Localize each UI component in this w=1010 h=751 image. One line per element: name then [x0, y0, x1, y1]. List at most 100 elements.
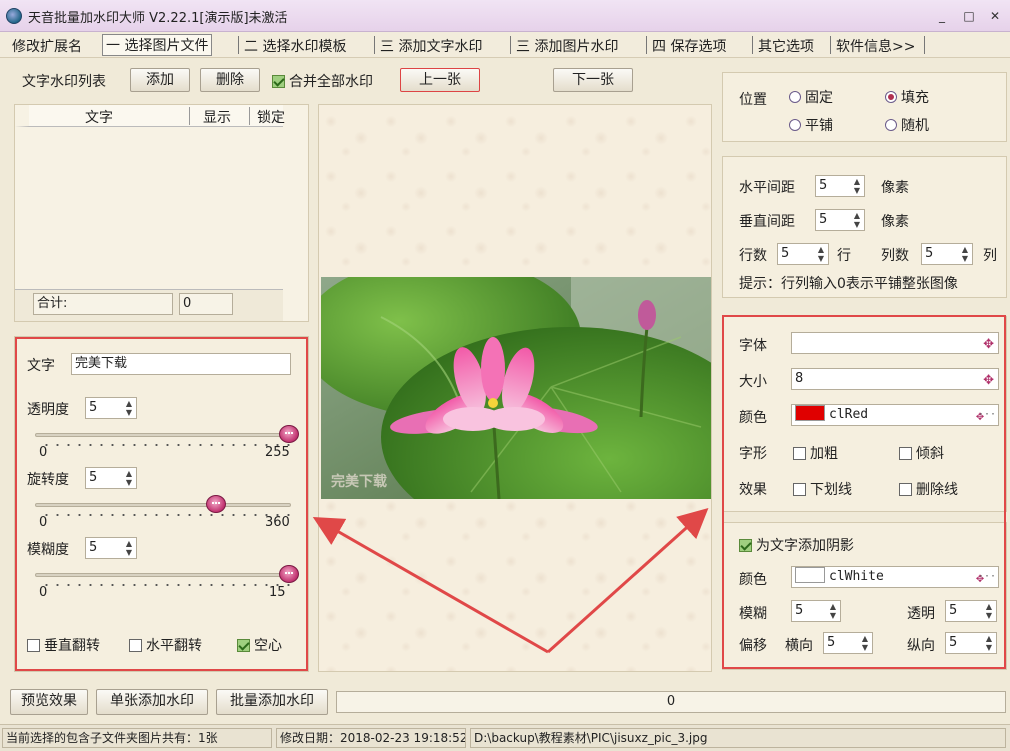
rotation-label: 旋转度	[27, 472, 69, 488]
menu-add-text-watermark[interactable]: 三 添加文字水印	[380, 36, 482, 56]
font-name-input[interactable]: ✥	[791, 332, 999, 354]
size-picker-icon[interactable]: ✥	[983, 371, 994, 389]
blur-slider-track[interactable]	[35, 573, 291, 577]
prev-image-button[interactable]: 上一张	[400, 68, 480, 92]
window-title: 天音批量加水印大师 V2.22.1[演示版]未激活	[28, 11, 288, 26]
shadow-offset-label: 偏移	[739, 638, 767, 654]
spacing-panel: 水平间距 5 ▲ ▼ 像素 垂直间距 5 ▲ ▼ 像素 行数 5 ▲ ▼ 行 列数 5 ▲ ▼ …	[722, 156, 1007, 298]
shadow-panel: 为文字添加阴影 颜色 clWhite ✥ ··· 模糊 5 ▲ ▼ 透明 5 ▲ ▼ 偏移 …	[722, 522, 1007, 670]
col-header-text[interactable]: 文字	[85, 107, 113, 127]
flip-v-checkbox-icon	[27, 639, 40, 652]
opacity-slider-thumb[interactable]	[279, 425, 299, 443]
h-spacing-unit: 像素	[881, 180, 909, 196]
color-label: 颜色	[739, 410, 767, 426]
blur-slider-thumb[interactable]	[279, 565, 299, 583]
menu-select-images[interactable]: 一 选择图片文件	[102, 34, 213, 56]
italic-checkbox[interactable]: 倾斜	[899, 443, 944, 463]
shadow-opacity-label: 透明	[907, 606, 935, 622]
shadow-opacity-spinner[interactable]: 5 ▲ ▼	[945, 600, 997, 622]
maximize-icon[interactable]: □	[960, 8, 978, 24]
rows-label: 行数	[739, 248, 767, 264]
col-header-lock[interactable]: 锁定	[257, 107, 285, 127]
cols-label: 列数	[881, 248, 909, 264]
merge-checkbox-icon	[272, 75, 285, 88]
underline-checkbox[interactable]: 下划线	[793, 479, 852, 499]
shadow-blur-spinner[interactable]: 5 ▲ ▼	[791, 600, 841, 622]
position-fixed-radio[interactable]: 固定	[789, 87, 833, 107]
total-value-cell: 0	[179, 293, 233, 315]
menu-other-options[interactable]: 其它选项	[758, 36, 814, 56]
text-watermark-list-label: 文字水印列表	[22, 74, 106, 90]
merge-all-checkbox[interactable]: 合并全部水印	[272, 71, 373, 91]
progress-bar: 0	[336, 691, 1006, 713]
shadow-blur-label: 模糊	[739, 606, 767, 622]
menu-rename-ext[interactable]: 修改扩展名	[12, 36, 82, 56]
close-icon[interactable]: ✕	[986, 8, 1004, 24]
total-label-cell: 合计:	[33, 293, 173, 315]
preview-effect-button[interactable]: 预览效果	[10, 689, 88, 715]
delete-button[interactable]: 删除	[200, 68, 260, 92]
shadow-color-swatch	[795, 567, 825, 583]
cols-unit: 列	[983, 248, 997, 264]
menu-add-image-watermark[interactable]: 三 添加图片水印	[516, 36, 618, 56]
batch-add-watermark-button[interactable]: 批量添加水印	[216, 689, 328, 715]
text-label: 文字	[27, 358, 55, 374]
next-image-button[interactable]: 下一张	[553, 68, 633, 92]
opacity-slider-track[interactable]	[35, 433, 291, 437]
font-panel: 字体 ✥ 大小 8 ✥ 颜色 clRed ✥ ··· 字形 加粗 倾斜 效果 下划线 …	[722, 316, 1007, 512]
rotation-slider-track[interactable]	[35, 503, 291, 507]
offset-v-spinner[interactable]: 5 ▲ ▼	[945, 632, 997, 654]
offset-h-label: 横向	[785, 638, 813, 654]
preview-watermark-text: 完美下载	[331, 474, 387, 490]
watermark-text-input[interactable]: 完美下载	[71, 353, 291, 375]
col-header-show[interactable]: 显示	[203, 107, 231, 127]
h-spacing-spinner[interactable]: 5 ▲ ▼	[815, 175, 865, 197]
flip-h-checkbox-icon	[129, 639, 142, 652]
menu-software-info[interactable]: 软件信息>>	[836, 36, 915, 56]
flip-horizontal-checkbox[interactable]: 水平翻转	[129, 635, 202, 655]
h-spacing-label: 水平间距	[739, 180, 795, 196]
lotus-photo	[321, 277, 711, 499]
font-picker-icon[interactable]: ✥	[983, 335, 994, 353]
text-props-panel: 文字 完美下载 透明度 5 ▲ ▼ 0 255 旋转度 5 ▲ ▼ 0 360 模糊度 …	[14, 336, 309, 672]
rotation-slider-thumb[interactable]	[205, 495, 226, 513]
font-color-select[interactable]: clRed ✥ ···	[791, 404, 999, 426]
blur-spinner[interactable]: 5 ▲ ▼	[85, 537, 137, 559]
blur-max: 15	[269, 585, 286, 600]
bold-checkbox[interactable]: 加粗	[793, 443, 838, 463]
position-fill-radio[interactable]: 填充	[885, 87, 929, 107]
strikeout-checkbox[interactable]: 删除线	[899, 479, 958, 499]
minimize-icon[interactable]: _	[933, 8, 951, 24]
preview-canvas[interactable]: 完美下载	[318, 104, 712, 672]
opacity-label: 透明度	[27, 402, 69, 418]
rows-unit: 行	[837, 248, 851, 264]
v-spacing-spinner[interactable]: 5 ▲ ▼	[815, 209, 865, 231]
title-bar: 天音批量加水印大师 V2.22.1[演示版]未激活 _ □ ✕	[0, 0, 1010, 32]
blur-min: 0	[39, 585, 48, 600]
merge-label: 合并全部水印	[289, 74, 373, 90]
hollow-checkbox-icon	[237, 639, 250, 652]
position-random-radio[interactable]: 随机	[885, 115, 929, 135]
add-button[interactable]: 添加	[130, 68, 190, 92]
shadow-enable-checkbox[interactable]: 为文字添加阴影	[739, 535, 854, 555]
opacity-min: 0	[39, 445, 48, 460]
flip-vertical-checkbox[interactable]: 垂直翻转	[27, 635, 100, 655]
font-size-input[interactable]: 8 ✥	[791, 368, 999, 390]
opacity-spinner[interactable]: 5 ▲ ▼	[85, 397, 137, 419]
cols-spinner[interactable]: 5 ▲ ▼	[921, 243, 973, 265]
rows-spinner[interactable]: 5 ▲ ▼	[777, 243, 829, 265]
rotation-spinner[interactable]: 5 ▲ ▼	[85, 467, 137, 489]
menu-select-template[interactable]: 二 选择水印模板	[244, 36, 346, 56]
single-add-watermark-button[interactable]: 单张添加水印	[96, 689, 208, 715]
position-panel: 位置 固定 填充 平铺 随机	[722, 72, 1007, 142]
style-label: 字形	[739, 446, 767, 462]
hollow-checkbox[interactable]: 空心	[237, 635, 282, 655]
opacity-max: 255	[265, 445, 290, 460]
position-tile-radio[interactable]: 平铺	[789, 115, 833, 135]
shadow-color-select[interactable]: clWhite ✥ ···	[791, 566, 999, 588]
size-label: 大小	[739, 374, 767, 390]
menu-save-options[interactable]: 四 保存选项	[652, 36, 726, 56]
font-color-swatch	[795, 405, 825, 421]
shadow-color-label: 颜色	[739, 572, 767, 588]
offset-h-spinner[interactable]: 5 ▲ ▼	[823, 632, 873, 654]
